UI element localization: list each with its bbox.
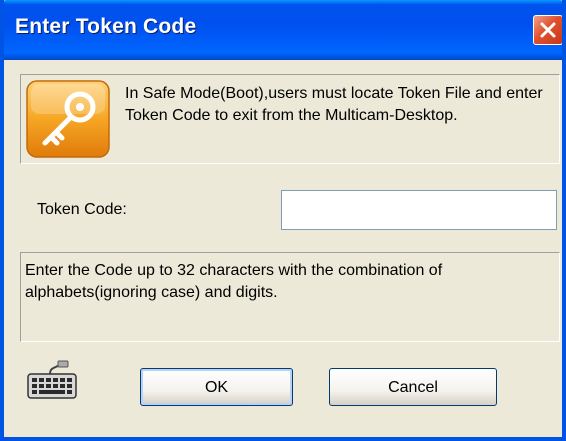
hint-panel: Enter the Code up to 32 characters with …	[20, 252, 560, 342]
key-icon	[26, 80, 110, 158]
title-bar[interactable]: Enter Token Code	[4, 0, 562, 60]
token-code-label: Token Code:	[37, 201, 127, 218]
close-button[interactable]	[533, 15, 562, 45]
cancel-button[interactable]: Cancel	[329, 368, 497, 406]
info-panel: In Safe Mode(Boot),users must locate Tok…	[20, 74, 560, 164]
hint-message: Enter the Code up to 32 characters with …	[25, 262, 443, 301]
keyboard-icon[interactable]	[26, 360, 78, 400]
info-message: In Safe Mode(Boot),users must locate Tok…	[125, 85, 543, 124]
token-dialog: Enter Token Code In Safe Mode(Boot),user…	[0, 0, 566, 441]
close-icon	[540, 22, 556, 38]
window-title: Enter Token Code	[15, 15, 197, 38]
ok-button[interactable]: OK	[140, 368, 293, 406]
token-code-input[interactable]	[281, 190, 557, 230]
